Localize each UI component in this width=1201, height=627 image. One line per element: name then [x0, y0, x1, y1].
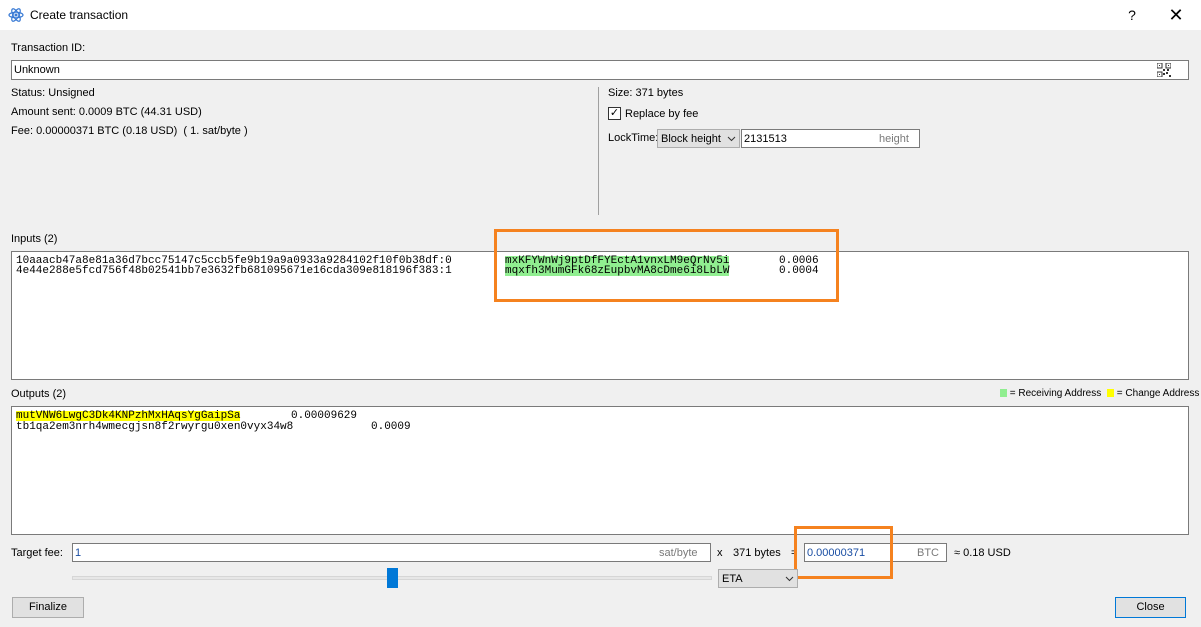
- outputs-label: Outputs (2): [11, 388, 67, 400]
- electrum-logo-icon: [8, 7, 24, 23]
- replace-by-fee-label: Replace by fee: [625, 108, 699, 120]
- locktime-unit: height: [879, 133, 909, 145]
- status-text: Status: Unsigned: [11, 87, 95, 99]
- times-sign: x: [717, 547, 723, 559]
- locktime-value: 2131513: [744, 133, 787, 145]
- legend-receiving: = Receiving Address: [1009, 388, 1102, 399]
- amount-sent-text: Amount sent: 0.0009 BTC (44.31 USD): [11, 106, 202, 118]
- window-title: Create transaction: [30, 8, 129, 22]
- output-amount-2: 0.0009: [371, 421, 411, 433]
- annotation-box-inputs: [494, 229, 839, 302]
- title-bar: [0, 0, 1201, 30]
- output-address-1: mutVNW6LwgC3Dk4KNPzhMxHAqsYgGaipSa: [16, 410, 241, 422]
- fee-slider-handle[interactable]: [387, 568, 398, 588]
- chevron-down-icon: [727, 134, 736, 146]
- annotation-box-fee: [794, 526, 893, 579]
- receiving-swatch: [1000, 389, 1007, 397]
- tx-size-bytes: 371 bytes: [733, 547, 781, 559]
- fee-method-select[interactable]: ETA: [718, 569, 798, 588]
- fee-rate-value: 1: [75, 547, 82, 559]
- change-swatch: [1107, 389, 1115, 397]
- output-address-2: tb1qa2em3nrh4wmecgjsn8f2rwyrgu0xen0vyx34…: [16, 421, 294, 433]
- legend-change: = Change Address: [1116, 388, 1200, 399]
- qr-code-icon[interactable]: [1156, 62, 1172, 80]
- size-text: Size: 371 bytes: [608, 87, 684, 99]
- locktime-type-value: Block height: [661, 133, 721, 145]
- target-fee-label: Target fee:: [11, 547, 63, 559]
- input-prevout-2: 4e44e288e5fcd756f48b02541bb7e3632fb68109…: [16, 265, 452, 277]
- fee-rate-unit: sat/byte: [659, 547, 698, 559]
- replace-by-fee-checkbox[interactable]: ✓: [608, 107, 621, 120]
- address-legend: = Receiving Address = Change Address: [1000, 388, 1199, 399]
- fee-rate-input[interactable]: 1 sat/byte: [72, 543, 711, 562]
- close-button[interactable]: Close: [1115, 597, 1186, 618]
- help-button[interactable]: ?: [1122, 5, 1142, 25]
- window-close-button[interactable]: ✕: [1162, 3, 1190, 27]
- inputs-label: Inputs (2): [11, 233, 58, 245]
- locktime-label: LockTime:: [608, 132, 659, 144]
- chevron-down-icon: [785, 574, 794, 586]
- fee-text: Fee: 0.00000371 BTC (0.18 USD) ( 1. sat/…: [11, 125, 248, 137]
- fee-btc-unit: BTC: [917, 547, 939, 559]
- output-amount-1: 0.00009629: [291, 410, 358, 422]
- finalize-button[interactable]: Finalize: [12, 597, 84, 618]
- fee-fiat-approx: ≈ 0.18 USD: [954, 547, 1011, 559]
- fee-method-value: ETA: [722, 573, 743, 585]
- locktime-input[interactable]: 2131513 height: [741, 129, 920, 148]
- txid-field[interactable]: Unknown: [11, 60, 1189, 80]
- txid-label: Transaction ID:: [11, 42, 86, 54]
- column-divider: [598, 87, 599, 215]
- locktime-type-select[interactable]: Block height: [657, 129, 740, 148]
- txid-value: Unknown: [14, 64, 60, 76]
